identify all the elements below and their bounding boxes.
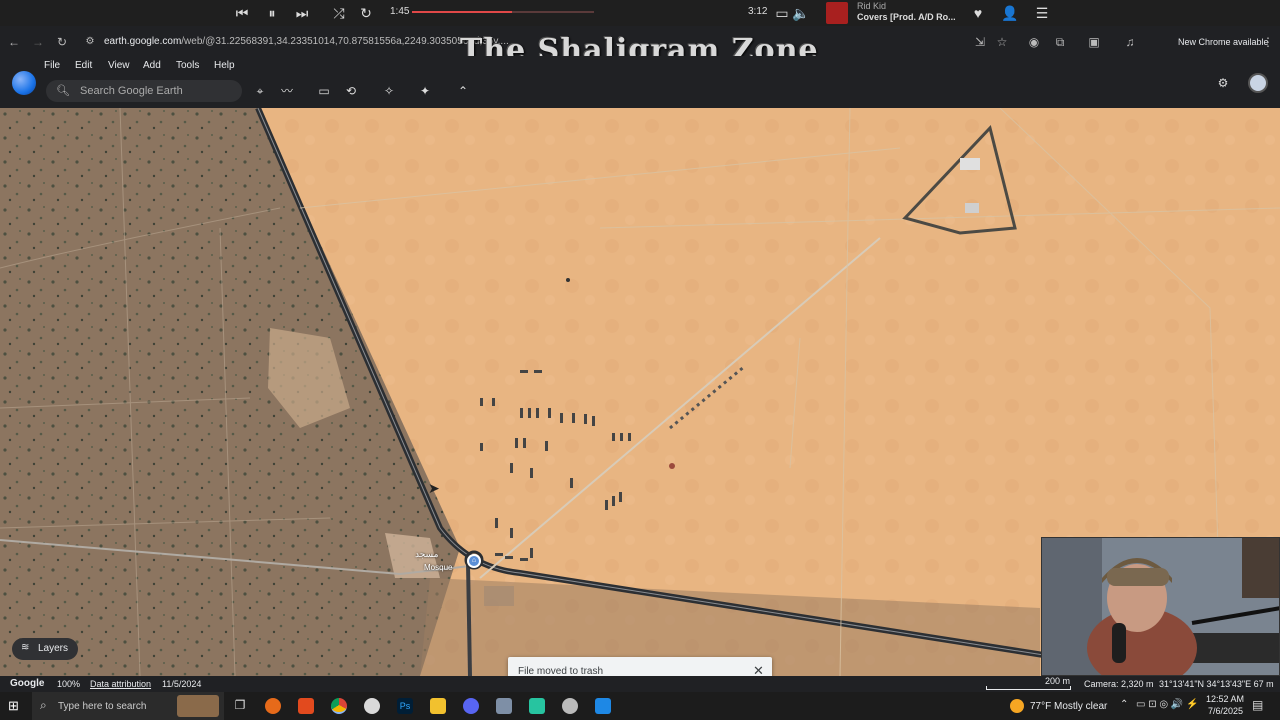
firefox-icon[interactable]	[265, 698, 281, 714]
camera-altitude: Camera: 2,320 m	[1084, 679, 1154, 689]
queue-icon[interactable]: ☰	[1032, 3, 1052, 23]
webcam-image	[1042, 538, 1279, 675]
more-menu-icon[interactable]: ⋮	[1260, 34, 1276, 50]
url-host: earth.google.com	[104, 36, 182, 47]
menu-help[interactable]: Help	[214, 60, 235, 71]
repeat-icon[interactable]: ↻	[356, 3, 376, 23]
layers-icon: ≋	[21, 642, 30, 653]
next-track-icon[interactable]: ⏭	[292, 3, 312, 23]
satellite-tools-icon[interactable]: ✧	[380, 82, 398, 100]
menu-add[interactable]: Add	[143, 60, 161, 71]
zoom-level: 100%	[57, 679, 81, 689]
back-icon[interactable]: ←	[6, 34, 22, 50]
taskbar-search-icon: ⌕	[40, 698, 47, 712]
menu-file[interactable]: File	[44, 60, 60, 71]
discord-icon[interactable]	[463, 698, 479, 714]
menu-tools[interactable]: Tools	[176, 60, 199, 71]
taskbar-search[interactable]: ⌕ Type here to search	[32, 692, 224, 720]
weather-icon[interactable]	[1010, 699, 1024, 713]
total-time: 3:12	[748, 6, 768, 17]
app-icon-5[interactable]	[364, 698, 380, 714]
windows-start-icon[interactable]: ⊞	[8, 699, 22, 713]
mouse-cursor-icon: ➤	[428, 480, 440, 496]
heart-icon[interactable]: ♥	[968, 3, 988, 23]
earth-toolbar: File Edit View Add Tools Help 🔍︎ ⌖ 〰 ▭ ⟲…	[0, 56, 1280, 108]
album-art	[826, 2, 848, 24]
app-icon-10[interactable]	[529, 698, 545, 714]
sparkle-icon[interactable]: ✦	[416, 82, 434, 100]
track-title: Covers [Prod. A/D Ro...	[857, 12, 956, 22]
path-icon[interactable]: 〰	[278, 82, 296, 100]
photoshop-icon[interactable]: Ps	[397, 698, 413, 714]
miniplayer-icon[interactable]: ▭	[772, 3, 792, 23]
ruler-icon[interactable]: ▭	[315, 82, 333, 100]
artist-name: Rid Kid	[857, 1, 887, 11]
layers-label: Layers	[38, 643, 69, 654]
extensions-puzzle-icon[interactable]: ⧉	[1052, 34, 1068, 50]
search-highlight-image	[177, 695, 219, 717]
historical-imagery-icon[interactable]: ⟲	[342, 82, 360, 100]
mosque-pin-icon[interactable]: ⌂	[467, 554, 481, 568]
settings-gear-icon[interactable]: ⚙	[1214, 74, 1232, 92]
scale-label: 200 m	[1045, 676, 1071, 686]
windows-taskbar: ⊞ ⌕ Type here to search ❐ Ps 77°F Mostly…	[0, 692, 1280, 720]
extension-icon[interactable]: ◉	[1026, 34, 1042, 50]
file-explorer-icon[interactable]	[430, 698, 446, 714]
chrome-icon[interactable]	[331, 698, 347, 714]
menu-edit[interactable]: Edit	[75, 60, 92, 71]
new-chrome-label[interactable]: New Chrome available	[1178, 37, 1269, 47]
app-icon-11[interactable]	[562, 698, 578, 714]
brave-icon[interactable]	[298, 698, 314, 714]
media-bar: ⏮ ⏸ ⏭ ⤮ ↻ 1:45 3:12 ▭ 🔈 Rid Kid Covers […	[0, 0, 1280, 26]
data-attribution-link[interactable]: Data attribution	[90, 679, 151, 689]
clock-time[interactable]: 12:52 AM	[1206, 694, 1244, 704]
tray-chevron-icon[interactable]: ⌃	[1120, 699, 1128, 710]
cursor-coordinates: 31°13'41"N 34°13'43"E 67 m	[1159, 679, 1274, 689]
search-icon: 🔍︎	[56, 85, 70, 97]
notification-icon[interactable]: ▤	[1252, 698, 1263, 712]
shuffle-icon[interactable]: ⤮	[329, 3, 349, 23]
app-icon-12[interactable]	[595, 698, 611, 714]
mosque-label[interactable]: Mosque	[424, 563, 452, 572]
tray-icons[interactable]: ▭ ⊡ ◎ 🔊 ⚡	[1136, 699, 1199, 710]
tab-search-icon[interactable]: ▣	[1086, 34, 1102, 50]
previous-track-icon[interactable]: ⏮	[232, 3, 252, 23]
volume-icon[interactable]: 🔈	[791, 3, 811, 23]
clock-date[interactable]: 7/6/2025	[1208, 706, 1243, 716]
google-brand: Google	[10, 678, 45, 689]
progress-bar[interactable]	[412, 11, 594, 13]
imagery-date: 11/5/2024	[162, 679, 202, 689]
bookmark-star-icon[interactable]: ☆	[994, 34, 1010, 50]
chevron-up-icon[interactable]: ⌃	[454, 82, 472, 100]
google-earth-logo[interactable]	[12, 71, 36, 95]
camera-app-icon[interactable]	[496, 698, 512, 714]
task-view-icon[interactable]: ❐	[232, 698, 248, 714]
mosque-label-arabic: مسجد	[415, 549, 439, 559]
search-input[interactable]	[80, 83, 230, 99]
profile-icon[interactable]: 👤	[1000, 3, 1020, 23]
media-controls-icon[interactable]: ♫	[1122, 34, 1138, 50]
site-info-icon[interactable]: ⚙	[82, 34, 98, 50]
earth-status-bar: Google 100% Data attribution 11/5/2024 2…	[0, 676, 1280, 692]
webcam-overlay	[1041, 537, 1280, 676]
progress-fill	[412, 11, 513, 13]
reload-icon[interactable]: ↻	[54, 34, 70, 50]
pause-icon[interactable]: ⏸	[262, 3, 282, 23]
layers-button[interactable]: ≋ Layers	[12, 638, 78, 660]
search-bar[interactable]: 🔍︎	[46, 80, 242, 102]
placemark-icon[interactable]: ⌖	[251, 82, 269, 100]
account-avatar[interactable]	[1248, 73, 1268, 93]
install-app-icon[interactable]: ⇲	[972, 34, 988, 50]
scale-bar	[986, 686, 1071, 690]
forward-icon[interactable]: →	[30, 34, 46, 50]
elapsed-time: 1:45	[390, 6, 410, 17]
weather-text[interactable]: 77°F Mostly clear	[1030, 701, 1107, 712]
taskbar-search-placeholder: Type here to search	[58, 701, 147, 712]
menu-view[interactable]: View	[108, 60, 130, 71]
